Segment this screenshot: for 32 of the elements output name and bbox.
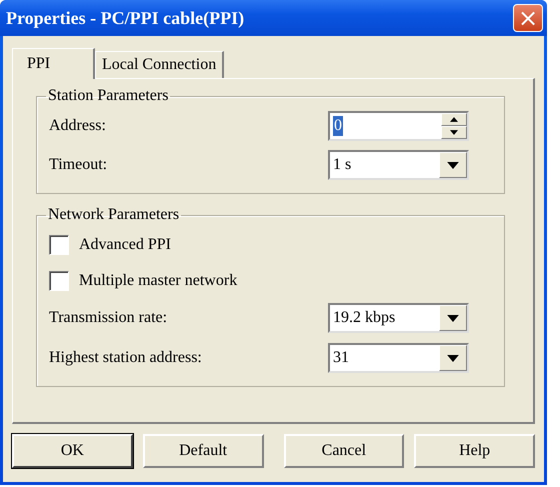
spin-field[interactable]: 0: [328, 111, 469, 141]
group-title: Station Parameters: [47, 87, 170, 105]
field-label: Address:: [49, 117, 106, 135]
up-arrow-icon: [450, 117, 458, 122]
dropdown-button[interactable]: [439, 305, 467, 331]
dropdown-button[interactable]: [439, 345, 467, 371]
spin-up-button[interactable]: [441, 113, 467, 126]
group-title: Network Parameters: [47, 206, 180, 224]
dropdown[interactable]: 1 s: [328, 150, 469, 180]
field-label: Timeout:: [49, 156, 108, 174]
dropdown-button[interactable]: [439, 152, 467, 178]
dialog-button[interactable]: OK: [12, 434, 133, 468]
checkbox-label: Advanced PPI: [79, 236, 171, 254]
dialog-button[interactable]: Help: [414, 434, 535, 468]
spin-down-button[interactable]: [441, 126, 467, 139]
dialog-button[interactable]: Cancel: [284, 434, 404, 468]
close-button[interactable]: ×: [513, 4, 543, 32]
dropdown[interactable]: 31: [328, 343, 469, 373]
checkbox-label: Multiple master network: [79, 272, 238, 290]
checkbox[interactable]: [49, 271, 69, 291]
dialog-button[interactable]: Default: [142, 434, 264, 468]
down-arrow-icon: [450, 130, 458, 135]
checkbox[interactable]: [49, 235, 69, 255]
down-arrow-icon: [447, 314, 459, 322]
tab[interactable]: Local Connection: [95, 51, 224, 78]
dropdown[interactable]: 19.2 kbps: [328, 303, 469, 333]
tab[interactable]: PPI: [12, 48, 95, 79]
down-arrow-icon: [447, 354, 459, 362]
window-title: Properties - PC/PPI cable(PPI): [6, 8, 244, 28]
down-arrow-icon: [447, 162, 459, 168]
field-label: Highest station address:: [49, 349, 202, 367]
field-label: Transmission rate:: [49, 309, 168, 327]
